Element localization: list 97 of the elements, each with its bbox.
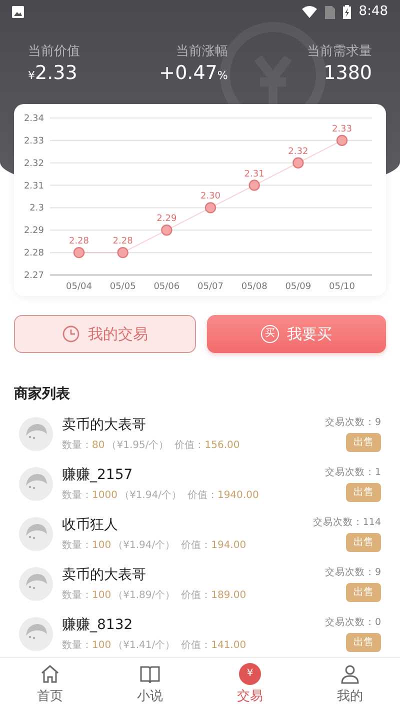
value-label: 2.31	[244, 169, 264, 180]
quantity-label: 数量：	[62, 489, 92, 503]
value-label: 价值：	[181, 639, 212, 653]
data-point	[248, 180, 260, 191]
data-point	[73, 246, 85, 258]
no-sim-icon	[324, 6, 335, 18]
sell-button[interactable]: 出售	[346, 483, 381, 502]
stat-label: 当前需求量	[307, 43, 372, 61]
value-label: 2.32	[288, 146, 308, 157]
image-icon	[12, 6, 24, 18]
data-point	[161, 224, 172, 236]
x-tick-label: 05/08	[241, 282, 268, 292]
value: 156.00	[204, 439, 240, 453]
value-label: 2.33	[332, 124, 352, 134]
value-label: 价值：	[174, 439, 205, 453]
value-label: 2.29	[156, 214, 177, 224]
clock-icon	[62, 325, 80, 343]
battery-icon	[342, 5, 351, 19]
merchant-name: 收币狂人	[62, 516, 119, 535]
quantity: 100	[92, 589, 112, 603]
data-point	[336, 134, 348, 146]
avatar-icon	[19, 467, 53, 501]
unit-price: （¥1.89/个）	[113, 589, 176, 603]
trade-count: 交易次数：114	[312, 516, 381, 530]
x-tick-label: 05/07	[198, 282, 224, 292]
value-label: 价值：	[181, 589, 212, 603]
y-tick-label: 2.31	[24, 181, 44, 192]
trade-count: 交易次数：0	[324, 616, 381, 630]
quantity-label: 数量：	[62, 439, 92, 453]
avatar-icon	[19, 517, 53, 551]
trade-count: 交易次数：1	[324, 466, 381, 480]
avatar-icon	[19, 417, 53, 451]
y-tick-label: 2.28	[24, 248, 44, 259]
sell-button[interactable]: 出售	[346, 583, 381, 602]
stat-label: 当前价值	[28, 43, 80, 61]
trade-count: 交易次数：9	[324, 416, 381, 430]
nav-tab[interactable]: ¥ 交易	[200, 658, 300, 711]
home-icon	[39, 662, 61, 685]
y-tick-label: 2.29	[24, 226, 44, 236]
stat-value: 1380	[324, 62, 372, 86]
merchant-name: 卖币的大表哥	[62, 566, 147, 585]
wifi-icon	[302, 6, 317, 18]
quantity: 100	[92, 539, 112, 553]
trade-count: 交易次数：9	[324, 566, 381, 580]
stat-label: 当前涨幅	[176, 43, 228, 61]
merchant-name: 赚赚_2157	[62, 466, 134, 485]
buy-icon: 买	[260, 325, 279, 343]
stat-value: ¥2.33	[28, 62, 78, 86]
quantity-label: 数量：	[62, 539, 92, 553]
y-tick-label: 2.3	[30, 204, 44, 214]
quantity-label: 数量：	[62, 639, 92, 653]
unit-price: （¥1.95/个）	[106, 439, 169, 453]
unit-price: （¥1.94/个）	[119, 489, 182, 503]
coin-icon: ¥	[239, 662, 261, 685]
unit-price: （¥1.41/个）	[113, 639, 176, 653]
x-tick-label: 05/06	[154, 282, 180, 292]
y-tick-label: 2.34	[24, 114, 44, 124]
value-label: 2.28	[68, 236, 90, 247]
nav-tab[interactable]: 小说	[100, 658, 200, 711]
person-icon	[339, 662, 361, 685]
stat-value: +0.47%	[159, 62, 228, 86]
avatar-icon	[19, 617, 53, 651]
x-tick-label: 05/05	[110, 282, 136, 292]
nav-tab[interactable]: 我的	[300, 658, 400, 711]
quantity: 80	[92, 439, 105, 453]
value-label: 2.30	[200, 192, 221, 202]
quantity: 1000	[92, 489, 118, 503]
value-label: 价值：	[181, 539, 212, 553]
data-point	[292, 157, 304, 168]
value-label: 2.28	[112, 236, 133, 247]
x-tick-label: 05/10	[329, 282, 355, 292]
quantity-label: 数量：	[62, 589, 92, 603]
data-point	[204, 202, 216, 214]
merchant-name: 赚赚_8132	[62, 616, 134, 635]
action-button[interactable]: 我的交易	[14, 315, 196, 353]
merchant-name: 卖币的大表哥	[62, 416, 147, 435]
sell-button[interactable]: 出售	[346, 433, 381, 452]
sell-button[interactable]: 出售	[346, 633, 381, 652]
quantity: 100	[92, 639, 112, 653]
x-tick-label: 05/04	[66, 282, 92, 292]
nav-tab[interactable]: 首页	[0, 658, 100, 711]
sell-button[interactable]: 出售	[346, 533, 381, 552]
y-tick-label: 2.33	[24, 136, 44, 146]
value: 189.00	[211, 589, 246, 603]
y-tick-label: 2.27	[24, 271, 44, 281]
y-tick-label: 2.32	[24, 158, 44, 169]
clock-time: 8:48	[358, 3, 388, 22]
value: 194.00	[211, 539, 246, 553]
section-title: 商家列表	[14, 384, 71, 404]
data-point	[117, 246, 128, 258]
unit-price: （¥1.94/个）	[113, 539, 176, 553]
value: 1940.00	[217, 489, 259, 503]
action-button[interactable]: 买 我要买	[206, 315, 386, 353]
value: 141.00	[211, 639, 246, 653]
x-tick-label: 05/09	[285, 282, 312, 292]
value-label: 价值：	[187, 489, 218, 503]
avatar-icon	[19, 567, 53, 601]
